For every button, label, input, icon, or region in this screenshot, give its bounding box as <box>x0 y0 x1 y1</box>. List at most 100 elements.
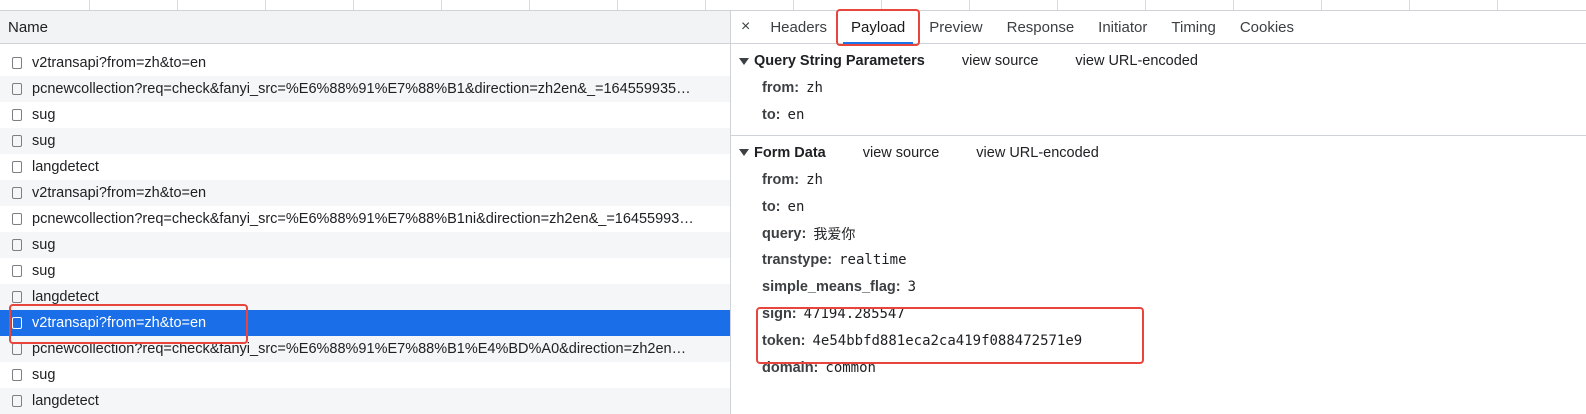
expand-triangle-icon[interactable] <box>739 57 749 65</box>
close-icon[interactable]: × <box>731 11 758 44</box>
query-view-source-link[interactable]: view source <box>962 53 1039 69</box>
timeline-tick <box>265 0 266 10</box>
timeline-tick <box>969 0 970 10</box>
request-name: sug <box>32 107 56 123</box>
query-string-section: Query String Parameters view source view… <box>731 44 1586 136</box>
request-row[interactable]: sug <box>0 362 730 388</box>
param-value: 3 <box>907 279 917 296</box>
form-view-url-encoded-link[interactable]: view URL-encoded <box>976 145 1099 161</box>
timeline-tick <box>793 0 794 10</box>
request-row[interactable]: langdetect <box>0 388 730 414</box>
param-key: domain: <box>762 359 819 376</box>
param-key: from: <box>762 80 800 97</box>
request-row[interactable]: sug <box>0 128 730 154</box>
param-key: sign: <box>762 305 797 322</box>
tab-preview[interactable]: Preview <box>917 11 994 44</box>
tab-headers[interactable]: Headers <box>758 11 839 44</box>
request-row[interactable]: langdetect <box>0 154 730 180</box>
request-row[interactable]: sug <box>0 258 730 284</box>
request-checkbox[interactable] <box>12 317 22 329</box>
details-tabbar: × Headers Payload Preview Response Initi… <box>731 8 1586 46</box>
request-checkbox[interactable] <box>12 57 22 69</box>
tab-timing[interactable]: Timing <box>1159 11 1227 44</box>
param-value: zh <box>806 171 823 188</box>
request-checkbox[interactable] <box>12 187 22 199</box>
timeline-tick <box>1057 0 1058 10</box>
request-checkbox[interactable] <box>12 213 22 225</box>
param-key: from: <box>762 171 800 188</box>
form-param-row-token: token: 4e54bbfd881eca2ca419f088472571e9 <box>731 327 1586 354</box>
timeline-tick <box>89 0 90 10</box>
request-name: sug <box>32 263 56 279</box>
param-value: en <box>787 107 805 124</box>
request-row[interactable]: langdetect <box>0 284 730 310</box>
form-data-header[interactable]: Form Data view source view URL-encoded <box>731 139 1586 167</box>
query-view-url-encoded-link[interactable]: view URL-encoded <box>1075 53 1198 69</box>
form-param-row: simple_means_flag: 3 <box>731 274 1586 301</box>
request-row-selected[interactable]: v2transapi?from=zh&to=en <box>0 310 730 336</box>
request-row[interactable]: pcnewcollection?req=check&fanyi_src=%E6%… <box>0 206 730 232</box>
form-param-row-sign: sign: 47194.285547 <box>731 301 1586 328</box>
param-value: realtime <box>839 252 907 269</box>
request-row[interactable]: pcnewcollection?req=check&fanyi_src=%E6%… <box>0 336 730 362</box>
request-name: v2transapi?from=zh&to=en <box>32 55 207 71</box>
timeline-tick <box>441 0 442 10</box>
request-name: langdetect <box>32 289 99 305</box>
request-checkbox[interactable] <box>12 83 22 95</box>
details-panel: × Headers Payload Preview Response Initi… <box>731 8 1586 414</box>
request-row[interactable]: v2transapi?from=zh&to=en <box>0 180 730 206</box>
request-checkbox[interactable] <box>12 369 22 381</box>
request-checkbox[interactable] <box>12 135 22 147</box>
request-row[interactable]: pcnewcollection?req=check&fanyi_src=%E6%… <box>0 76 730 102</box>
request-name: sug <box>32 237 56 253</box>
timeline-tick <box>617 0 618 10</box>
timeline-strip <box>0 0 1586 11</box>
timeline-tick <box>1497 0 1498 10</box>
timeline-tick <box>1321 0 1322 10</box>
form-data-title: Form Data <box>754 144 826 161</box>
request-checkbox[interactable] <box>12 161 22 173</box>
payload-tab-highlight-box <box>836 8 921 46</box>
request-name: sug <box>32 133 56 149</box>
tab-cookies[interactable]: Cookies <box>1228 11 1306 44</box>
request-checkbox[interactable] <box>12 291 22 303</box>
request-checkbox[interactable] <box>12 239 22 251</box>
timeline-tick <box>353 0 354 10</box>
request-checkbox[interactable] <box>12 395 22 407</box>
request-name: sug <box>32 367 56 383</box>
request-row[interactable]: sug <box>0 102 730 128</box>
param-value: zh <box>806 80 823 97</box>
request-checkbox[interactable] <box>12 343 22 355</box>
query-string-header[interactable]: Query String Parameters view source view… <box>731 47 1586 75</box>
query-string-title: Query String Parameters <box>754 53 925 69</box>
form-param-row: to: en <box>731 193 1586 220</box>
timeline-tick <box>1145 0 1146 10</box>
tab-initiator[interactable]: Initiator <box>1086 11 1159 44</box>
timeline-tick <box>1233 0 1234 10</box>
name-column-header[interactable]: Name <box>0 11 730 44</box>
request-name: pcnewcollection?req=check&fanyi_src=%E6%… <box>32 341 687 357</box>
param-key: to: <box>762 107 781 124</box>
request-name: v2transapi?from=zh&to=en <box>32 185 207 201</box>
request-checkbox[interactable] <box>12 265 22 277</box>
form-param-row: query: 我爱你 <box>731 220 1586 247</box>
expand-triangle-icon[interactable] <box>739 149 749 157</box>
request-row[interactable]: v2transapi?from=zh&to=en <box>0 50 730 76</box>
request-rows: v2transapi?from=zh&to=en pcnewcollection… <box>0 50 730 414</box>
form-param-row: domain: common <box>731 354 1586 381</box>
request-checkbox[interactable] <box>12 109 22 121</box>
tab-response[interactable]: Response <box>995 11 1087 44</box>
tab-payload[interactable]: Payload <box>836 8 921 46</box>
timeline-tick <box>1409 0 1410 10</box>
query-param-row: from: zh <box>731 75 1586 102</box>
request-name: langdetect <box>32 159 99 175</box>
timeline-tick <box>705 0 706 10</box>
param-key: token: <box>762 332 806 349</box>
param-key: simple_means_flag: <box>762 279 901 296</box>
request-name: v2transapi?from=zh&to=en <box>32 315 207 331</box>
form-view-source-link[interactable]: view source <box>863 145 940 161</box>
param-value: 我爱你 <box>813 226 856 243</box>
param-value: common <box>825 359 876 376</box>
param-value: en <box>787 198 805 215</box>
request-row[interactable]: sug <box>0 232 730 258</box>
